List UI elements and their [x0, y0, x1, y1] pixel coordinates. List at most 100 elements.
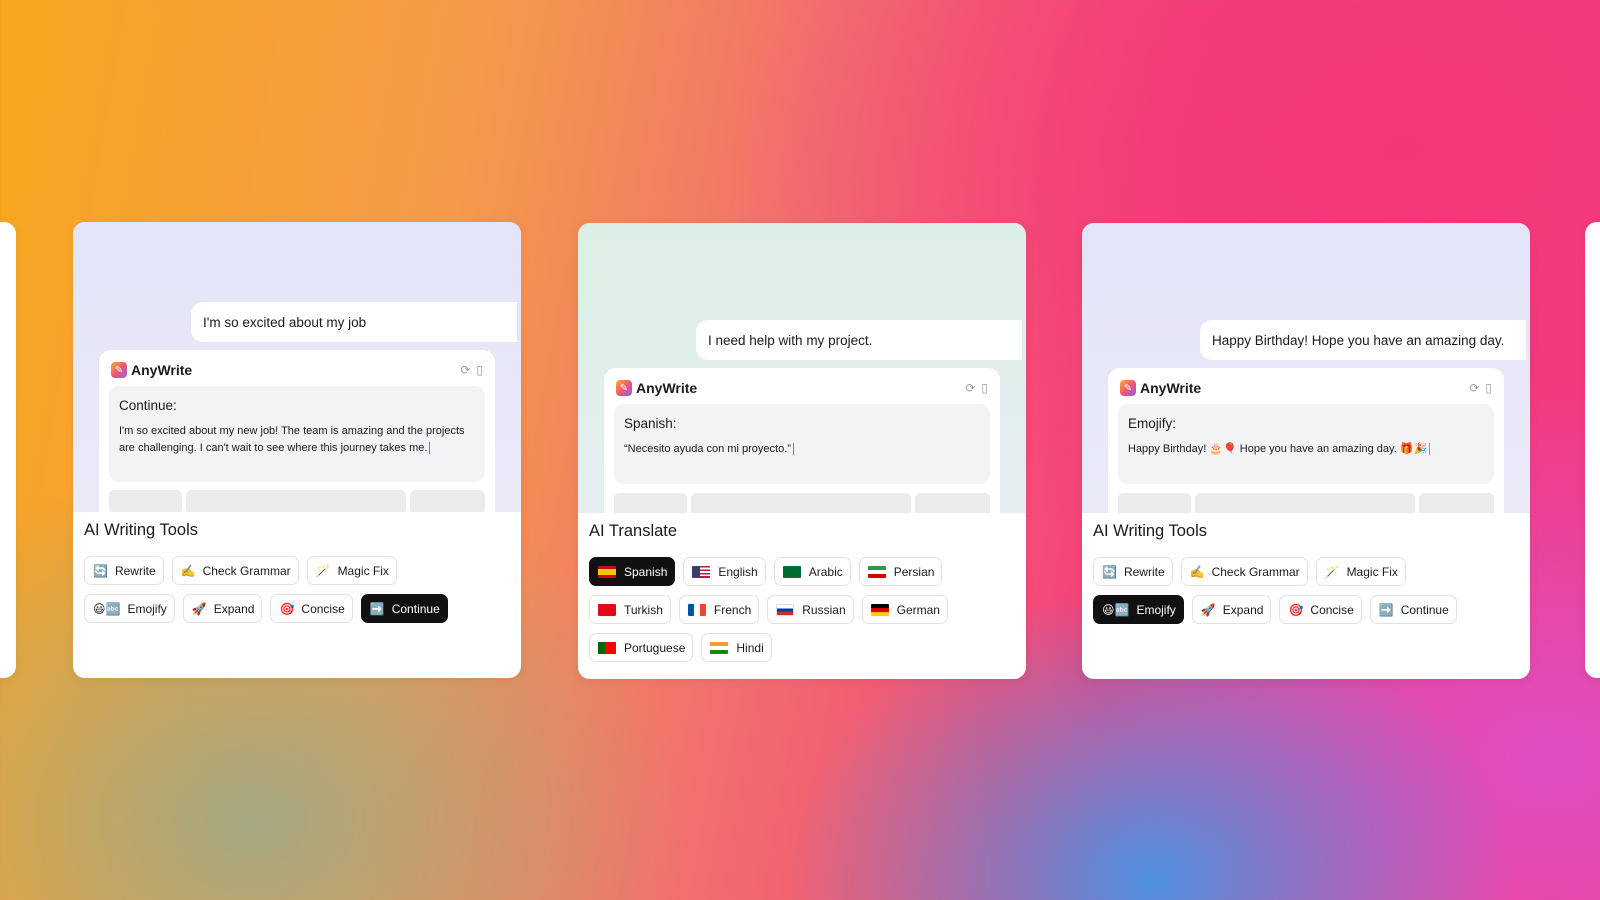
card-writing-emojify: Happy Birthday! Hope you have an amazing… — [1082, 223, 1530, 679]
france-flag-icon — [687, 603, 706, 616]
language-chips: Spanish English Arabic Persian Turkish F… — [589, 557, 1016, 671]
russia-flag-icon — [776, 603, 795, 616]
check-grammar-button[interactable]: ✍️ Check Grammar — [1180, 557, 1308, 586]
output-box: Spanish: “Necesito ayuda con mi proyecto… — [614, 404, 990, 484]
language-english[interactable]: English — [683, 557, 766, 586]
concise-button[interactable]: 🎯 Concise — [1279, 595, 1362, 624]
anywrite-panel: ✎ AnyWrite ⟳ ▯ Emojify: Happy Birthday! … — [1108, 368, 1504, 513]
rocket-icon: 🚀 — [1200, 602, 1216, 617]
text-cursor — [429, 442, 431, 455]
card-writing-continue: I'm so excited about my job ✎ AnyWrite ⟳… — [73, 222, 521, 678]
text-cursor — [792, 443, 794, 456]
iran-flag-icon — [867, 565, 886, 578]
rocket-icon: 🚀 — [191, 601, 207, 616]
card-preview: Happy Birthday! Hope you have an amazing… — [1082, 223, 1530, 513]
output-text: Happy Birthday! 🎂🎈 Hope you have an amaz… — [1128, 441, 1484, 458]
continue-button[interactable]: ➡️ Continue — [1369, 595, 1457, 624]
language-persian[interactable]: Persian — [858, 557, 943, 586]
partial-card-left — [0, 222, 16, 678]
brand-name: AnyWrite — [131, 362, 193, 378]
usa-flag-icon — [692, 565, 711, 578]
arrow-right-icon: ➡️ — [1378, 602, 1394, 617]
language-french[interactable]: French — [678, 595, 760, 624]
partial-card-right — [1585, 222, 1600, 678]
output-text: I'm so excited about my new job! The tea… — [119, 425, 465, 455]
section-title: AI Writing Tools — [84, 521, 199, 539]
tool-chips: 🔄 Rewrite ✍️ Check Grammar 🪄 Magic Fix 😃🔤 Em… — [84, 556, 511, 632]
language-russian[interactable]: Russian — [767, 595, 854, 624]
user-message-bubble: I'm so excited about my job — [191, 302, 517, 342]
anywrite-logo-icon: ✎ — [111, 362, 127, 378]
refresh-icon[interactable]: ⟳ — [965, 381, 975, 395]
rewrite-button[interactable]: 🔄 Rewrite — [84, 556, 164, 585]
language-arabic[interactable]: Arabic — [773, 557, 851, 586]
magic-wand-icon: 🪄 — [1324, 564, 1340, 579]
gift-icon: 🎁 — [1399, 443, 1414, 455]
expand-button[interactable]: 🚀 Expand — [182, 594, 263, 623]
refresh-icon: 🔄 — [1102, 564, 1117, 579]
panel-header: ✎ AnyWrite ⟳ ▯ — [1120, 378, 1492, 398]
tool-chips: 🔄 Rewrite ✍️ Check Grammar 🪄 Magic Fix 😃🔤 Em… — [1093, 557, 1520, 633]
turkey-flag-icon — [598, 603, 616, 616]
language-german[interactable]: German — [861, 595, 948, 624]
anywrite-logo-icon: ✎ — [1120, 380, 1136, 396]
continue-button[interactable]: ➡️ Continue — [360, 594, 448, 623]
language-spanish[interactable]: Spanish — [589, 557, 676, 586]
balloon-icon: 🎈 — [1223, 443, 1237, 455]
copy-icon[interactable]: ▯ — [1485, 381, 1492, 395]
target-icon: 🎯 — [279, 601, 295, 616]
expand-button[interactable]: 🚀 Expand — [1191, 595, 1272, 624]
arrow-right-icon: ➡️ — [369, 601, 385, 616]
brand-name: AnyWrite — [636, 380, 698, 396]
rewrite-button[interactable]: 🔄 Rewrite — [1093, 557, 1173, 586]
brand-name: AnyWrite — [1140, 380, 1202, 396]
section-title: AI Writing Tools — [1093, 522, 1208, 540]
spain-flag-icon — [598, 565, 616, 578]
user-message-bubble: I need help with my project. — [696, 320, 1022, 360]
output-title: Emojify: — [1128, 416, 1177, 431]
anywrite-panel: ✎ AnyWrite ⟳ ▯ Spanish: “Necesito ayuda … — [604, 368, 1000, 513]
smiley-icon: 😃🔤 — [93, 601, 121, 616]
magic-fix-button[interactable]: 🪄 Magic Fix — [1315, 557, 1406, 586]
skeleton-row — [109, 490, 485, 512]
copy-icon[interactable]: ▯ — [476, 363, 483, 377]
saudi-flag-icon — [782, 565, 801, 578]
writing-hand-icon: ✍️ — [1189, 564, 1205, 579]
card-translate: I need help with my project. ✎ AnyWrite … — [578, 223, 1026, 679]
language-portuguese[interactable]: Portuguese — [589, 633, 694, 662]
smiley-icon: 😃🔤 — [1102, 602, 1130, 617]
check-grammar-button[interactable]: ✍️ Check Grammar — [171, 556, 299, 585]
language-hindi[interactable]: Hindi — [701, 633, 772, 662]
emojify-button[interactable]: 😃🔤 Emojify — [1093, 595, 1184, 624]
refresh-icon[interactable]: ⟳ — [460, 363, 470, 377]
writing-hand-icon: ✍️ — [180, 563, 196, 578]
refresh-icon[interactable]: ⟳ — [1469, 381, 1479, 395]
skeleton-row — [1118, 493, 1494, 513]
cake-icon: 🎂 — [1209, 443, 1224, 455]
output-text: “Necesito ayuda con mi proyecto.” — [624, 441, 980, 458]
output-box: Continue: I'm so excited about my new jo… — [109, 386, 485, 482]
magic-fix-button[interactable]: 🪄 Magic Fix — [306, 556, 397, 585]
user-message-bubble: Happy Birthday! Hope you have an amazing… — [1200, 320, 1526, 360]
output-box: Emojify: Happy Birthday! 🎂🎈 Hope you hav… — [1118, 404, 1494, 484]
anywrite-panel: ✎ AnyWrite ⟳ ▯ Continue: I'm so excited … — [99, 350, 495, 512]
card-preview: I'm so excited about my job ✎ AnyWrite ⟳… — [73, 222, 521, 512]
magic-wand-icon: 🪄 — [315, 563, 331, 578]
india-flag-icon — [710, 641, 729, 654]
anywrite-logo-icon: ✎ — [616, 380, 632, 396]
output-title: Continue: — [119, 398, 177, 413]
party-popper-icon: 🎉 — [1413, 443, 1428, 455]
emojify-button[interactable]: 😃🔤 Emojify — [84, 594, 175, 623]
panel-header: ✎ AnyWrite ⟳ ▯ — [616, 378, 988, 398]
output-title: Spanish: — [624, 416, 677, 431]
target-icon: 🎯 — [1288, 602, 1304, 617]
portugal-flag-icon — [598, 641, 616, 654]
section-title: AI Translate — [589, 522, 678, 540]
skeleton-row — [614, 493, 990, 513]
refresh-icon: 🔄 — [93, 563, 108, 578]
copy-icon[interactable]: ▯ — [981, 381, 988, 395]
language-turkish[interactable]: Turkish — [589, 595, 671, 624]
concise-button[interactable]: 🎯 Concise — [270, 594, 353, 623]
text-cursor — [1429, 443, 1431, 456]
card-preview: I need help with my project. ✎ AnyWrite … — [578, 223, 1026, 513]
